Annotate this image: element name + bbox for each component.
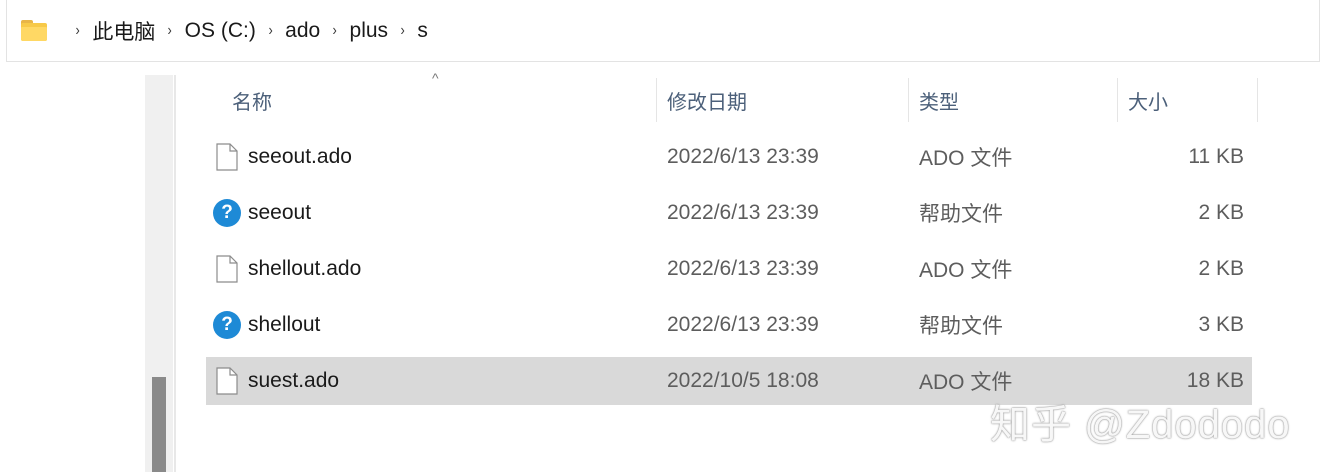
help-file-icon: ?: [213, 199, 241, 227]
file-size: 3 KB: [1198, 313, 1244, 336]
address-bar[interactable]: › 此电脑 › OS (C:) › ado › plus › s: [6, 0, 1320, 62]
document-icon: [216, 143, 238, 171]
file-type: 帮助文件: [919, 203, 1003, 226]
file-name[interactable]: seeout: [248, 189, 311, 237]
file-date: 2022/10/5 18:08: [667, 369, 819, 392]
file-name[interactable]: shellout: [248, 301, 320, 349]
pane-divider[interactable]: [174, 75, 176, 472]
breadcrumb-plus[interactable]: plus: [350, 19, 389, 43]
document-icon: [216, 367, 238, 395]
column-header-name[interactable]: 名称: [222, 78, 656, 122]
chevron-right-icon[interactable]: ›: [333, 22, 337, 40]
file-row[interactable]: seeout.ado 2022/6/13 23:39 ADO 文件 11 KB: [206, 133, 1252, 181]
folder-icon: [21, 19, 49, 42]
file-size: 2 KB: [1198, 257, 1244, 280]
breadcrumb-this-pc[interactable]: 此电脑: [92, 16, 155, 46]
document-icon: [216, 255, 238, 283]
column-divider[interactable]: [1257, 78, 1258, 122]
file-name[interactable]: shellout.ado: [248, 245, 361, 293]
column-header-type[interactable]: 类型: [909, 78, 1117, 122]
file-row[interactable]: ? shellout 2022/6/13 23:39 帮助文件 3 KB: [206, 301, 1252, 349]
chevron-right-icon[interactable]: ›: [268, 22, 272, 40]
breadcrumb-ado[interactable]: ado: [285, 19, 320, 43]
breadcrumb-s[interactable]: s: [417, 19, 428, 43]
chevron-right-icon[interactable]: ›: [401, 22, 405, 40]
help-file-icon: ?: [213, 311, 241, 339]
file-type: ADO 文件: [919, 147, 1013, 170]
column-header-date[interactable]: 修改日期: [657, 78, 908, 122]
nav-scrollbar-thumb[interactable]: [152, 377, 166, 472]
file-row[interactable]: shellout.ado 2022/6/13 23:39 ADO 文件 2 KB: [206, 245, 1252, 293]
file-row[interactable]: ? seeout 2022/6/13 23:39 帮助文件 2 KB: [206, 189, 1252, 237]
column-header-size[interactable]: 大小: [1118, 78, 1257, 122]
file-date: 2022/6/13 23:39: [667, 257, 819, 280]
file-size: 2 KB: [1198, 201, 1244, 224]
file-name[interactable]: seeout.ado: [248, 133, 352, 181]
file-date: 2022/6/13 23:39: [667, 313, 819, 336]
file-size: 11 KB: [1188, 145, 1244, 168]
watermark: 知乎 @Zdododo: [990, 403, 1291, 447]
file-date: 2022/6/13 23:39: [667, 201, 819, 224]
file-name[interactable]: suest.ado: [248, 357, 339, 405]
file-type: 帮助文件: [919, 315, 1003, 338]
chevron-right-icon[interactable]: ›: [76, 22, 80, 40]
breadcrumb-drive-c[interactable]: OS (C:): [185, 19, 256, 43]
chevron-right-icon[interactable]: ›: [168, 22, 172, 40]
file-type: ADO 文件: [919, 259, 1013, 282]
file-date: 2022/6/13 23:39: [667, 145, 819, 168]
